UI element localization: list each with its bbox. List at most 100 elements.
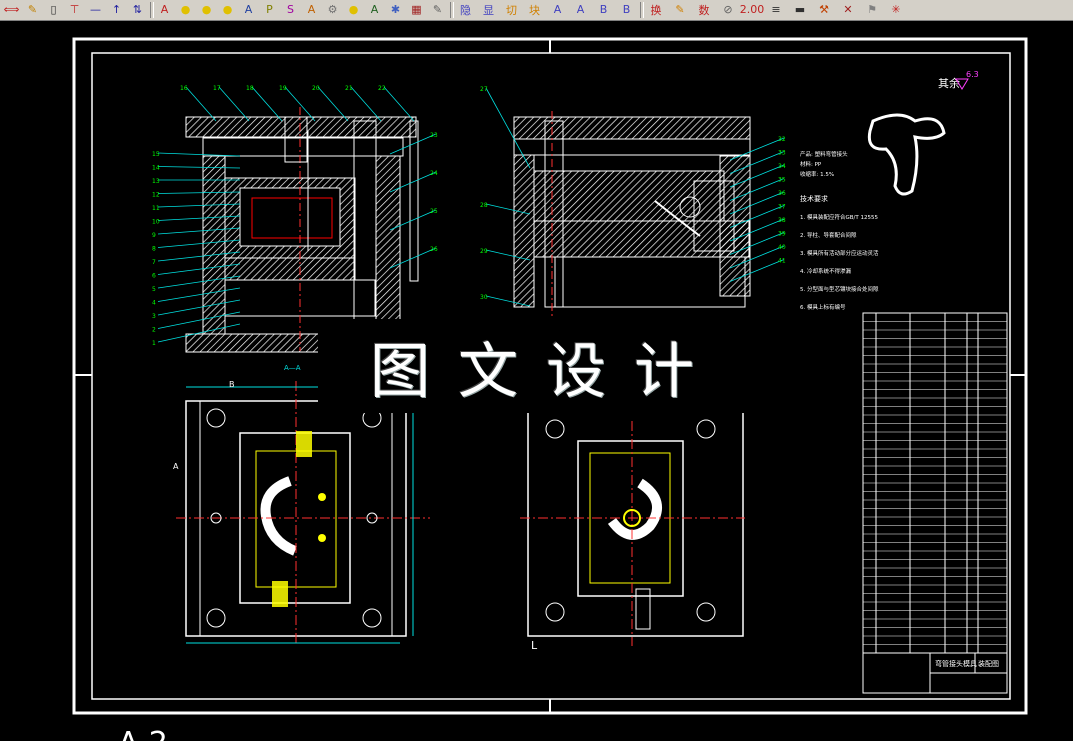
- balloon-label: 29: [480, 248, 488, 255]
- section-label: A—A: [284, 364, 301, 372]
- balloon-label: 10: [152, 219, 160, 226]
- sort-icon[interactable]: ⇅: [128, 1, 147, 18]
- balloon-label: 20: [312, 85, 320, 92]
- balloon-label: 40: [778, 244, 786, 251]
- bom-table: [862, 312, 1008, 694]
- leader-line: [251, 86, 283, 122]
- toolbar-cn-button-1[interactable]: 显: [478, 1, 499, 18]
- toolbar-separator: [150, 2, 154, 18]
- bulb-2-icon[interactable]: ●: [197, 1, 216, 18]
- balloon-label: 4: [152, 300, 156, 307]
- part-info-line: 收缩率: 1.5%: [800, 170, 834, 178]
- roughness-value: 6.3: [966, 70, 979, 79]
- tool-c-icon[interactable]: ✱: [386, 1, 405, 18]
- balloon-label: 16: [180, 85, 188, 92]
- balloon-label: 7: [152, 259, 156, 266]
- toolbar-cn-button-7[interactable]: B: [616, 1, 637, 18]
- part-info-line: 产品: 塑料弯管接头: [800, 150, 848, 158]
- title-block-code: 装配图: [978, 659, 999, 668]
- toolbar-right-button-4[interactable]: 2.00: [740, 1, 765, 18]
- text-a-icon[interactable]: A: [239, 1, 258, 18]
- toolbar-right-button-3[interactable]: ⊘: [717, 1, 739, 18]
- toolbar-right-button-6[interactable]: ▬: [789, 1, 811, 18]
- dim-linear-icon[interactable]: ⟺: [2, 1, 21, 18]
- leader-line: [350, 86, 382, 122]
- line-icon[interactable]: —: [86, 1, 105, 18]
- cad-toolbar: ⟺ ✎ ▯ ⊤ — ↑ ⇅ A ● ● ● A P S A ⚙ ● A ✱ ▦ ✎ 隐显切块 A A B B 换 ✎ 数 ⊘ 2.00 ≡ ▬ ⚒…: [0, 0, 1073, 21]
- balloon-label: 37: [778, 204, 786, 211]
- part-info-line: 材料: PP: [800, 160, 822, 168]
- page-icon[interactable]: ▯: [44, 1, 63, 18]
- tool-d-icon[interactable]: ✎: [428, 1, 447, 18]
- balloon-label: 36: [778, 190, 786, 197]
- toolbar-cn-button-5[interactable]: A: [570, 1, 591, 18]
- tech-note: 3. 模具所有活动部分应运动灵活: [800, 249, 879, 257]
- balloon-label: 28: [480, 202, 488, 209]
- balloon-label: 18: [246, 85, 254, 92]
- balloon-label: 34: [778, 163, 786, 170]
- tool-s-icon[interactable]: S: [281, 1, 300, 18]
- tech-notes: 1. 模具装配应符合GB/T 12555 2. 导柱、导套配合间隙 3. 模具所有活…: [800, 213, 879, 311]
- part-sketch: [867, 113, 946, 196]
- tech-note: 4. 冷却系统不得渗漏: [800, 267, 851, 275]
- leader-line: [157, 166, 241, 169]
- part-info: 产品: 塑料弯管接头材料: PP 收缩率: 1.5%: [800, 150, 848, 178]
- toolbar-cn-button-3[interactable]: 块: [524, 1, 545, 18]
- watermark-banner: 图文设计: [318, 319, 746, 413]
- arrow-up-icon[interactable]: ↑: [107, 1, 126, 18]
- toolbar-cn-button-0[interactable]: 隐: [455, 1, 476, 18]
- balloon-label: 9: [152, 232, 156, 239]
- tech-note: 1. 模具装配应符合GB/T 12555: [800, 213, 878, 221]
- balloon-label: 30: [480, 294, 488, 301]
- balloon-label: 32: [778, 136, 786, 143]
- bottom-label: A-2: [118, 726, 168, 741]
- toolbar-separator: [640, 2, 644, 18]
- toolbar-right-button-2[interactable]: 数: [693, 1, 715, 18]
- balloon-label: 11: [152, 205, 160, 212]
- grid-icon[interactable]: ▦: [407, 1, 426, 18]
- balloon-label: 23: [430, 132, 438, 139]
- toolbar-right-button-5[interactable]: ≡: [765, 1, 787, 18]
- balloon-label: 5: [152, 286, 156, 293]
- balloon-label: 33: [778, 150, 786, 157]
- tech-title: 技术要求: [800, 194, 828, 203]
- toolbar-cn-button-6[interactable]: B: [593, 1, 614, 18]
- leader-line: [383, 86, 415, 122]
- bulb-1-icon[interactable]: ●: [176, 1, 195, 18]
- bulb-3-icon[interactable]: ●: [218, 1, 237, 18]
- toolbar-right-button-1[interactable]: ✎: [669, 1, 691, 18]
- split-icon[interactable]: ⊤: [65, 1, 84, 18]
- leader-line: [218, 86, 250, 122]
- balloon-label: 26: [430, 246, 438, 253]
- leader-line: [157, 287, 241, 302]
- tool-a2-icon[interactable]: A: [302, 1, 321, 18]
- tech-note: 2. 导柱、导套配合间隙: [800, 231, 857, 239]
- gear-icon[interactable]: ⚙: [323, 1, 342, 18]
- balloon-label: 3: [152, 313, 156, 320]
- toolbar-right-button-10[interactable]: ✳: [885, 1, 907, 18]
- toolbar-right-button-9[interactable]: ⚑: [861, 1, 883, 18]
- leader-line: [185, 86, 217, 122]
- leader-line: [157, 275, 241, 289]
- toolbar-separator: [450, 2, 454, 18]
- balloon-label: 24: [430, 170, 438, 177]
- tool-b-icon[interactable]: A: [365, 1, 384, 18]
- tech-note: 5. 分型面与型芯镶块接合处间隙: [800, 285, 879, 293]
- pencil-icon[interactable]: ✎: [23, 1, 42, 18]
- leader-line: [317, 86, 349, 122]
- toolbar-right-button-7[interactable]: ⚒: [813, 1, 835, 18]
- toolbar-cn-button-2[interactable]: 切: [501, 1, 522, 18]
- balloon-label: 2: [152, 327, 156, 334]
- balloon-label: 15: [152, 151, 160, 158]
- toolbar-right-button-8[interactable]: ✕: [837, 1, 859, 18]
- circle-yellow-icon[interactable]: ●: [344, 1, 363, 18]
- tool-p-icon[interactable]: P: [260, 1, 279, 18]
- balloon-label: 12: [152, 192, 160, 199]
- balloon-label: 27: [480, 86, 488, 93]
- plan-view-right: [520, 410, 745, 646]
- toolbar-right-button-0[interactable]: 换: [645, 1, 667, 18]
- text-style-icon[interactable]: A: [155, 1, 174, 18]
- tech-note: 6. 模具上标有编号: [800, 303, 846, 311]
- roughness-label: 其余: [938, 76, 960, 90]
- toolbar-cn-button-4[interactable]: A: [547, 1, 568, 18]
